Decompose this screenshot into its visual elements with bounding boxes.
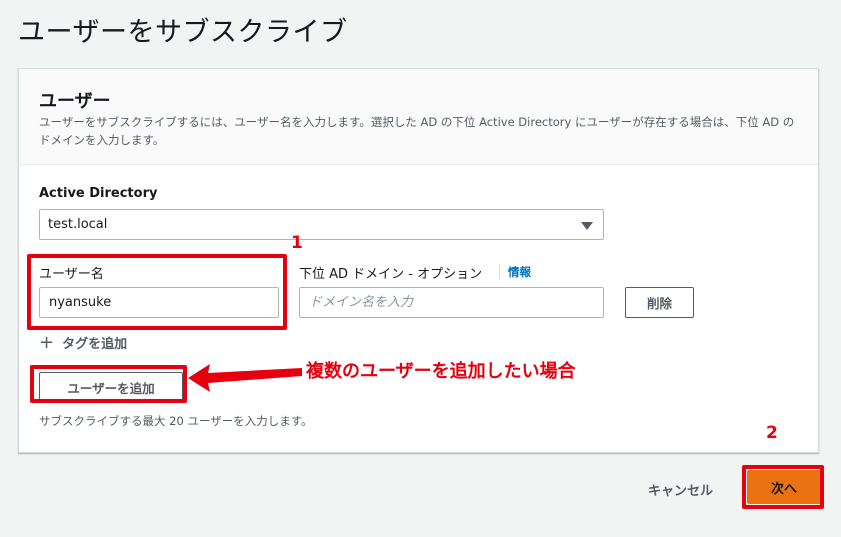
annotation-box-username	[27, 254, 287, 330]
subdomain-input[interactable]	[299, 287, 604, 318]
caret-down-icon	[581, 222, 593, 230]
panel-title: ユーザー	[39, 91, 111, 112]
directory-select-value: test.local	[48, 217, 108, 232]
annotation-step-1: 1	[291, 233, 303, 253]
info-link[interactable]: 情報	[499, 265, 531, 279]
plus-icon: +	[39, 331, 55, 353]
directory-select[interactable]: test.local	[39, 209, 604, 240]
panel-header: ユーザー ユーザーをサブスクライブするには、ユーザー名を入力します。選択した A…	[19, 69, 818, 165]
arrow-left-icon	[188, 364, 302, 392]
add-tag-label: タグを追加	[62, 337, 128, 352]
max-users-hint: サブスクライブする最大 20 ユーザーを入力します。	[39, 414, 313, 428]
annotation-box-next	[742, 465, 824, 509]
annotation-step-2: 2	[766, 423, 778, 443]
annotation-callout-text: 複数のユーザーを追加したい場合	[306, 361, 576, 382]
delete-button[interactable]: 削除	[625, 287, 694, 318]
cancel-button[interactable]: キャンセル	[648, 480, 713, 499]
panel-description: ユーザーをサブスクライブするには、ユーザー名を入力します。選択した AD の下位…	[39, 115, 795, 147]
annotation-box-add-user	[30, 365, 187, 403]
directory-label: Active Directory	[39, 186, 158, 201]
subdomain-label: 下位 AD ドメイン - オプション	[299, 267, 483, 282]
add-tag-button[interactable]: + タグを追加	[39, 333, 127, 352]
page-title: ユーザーをサブスクライブ	[18, 17, 348, 48]
